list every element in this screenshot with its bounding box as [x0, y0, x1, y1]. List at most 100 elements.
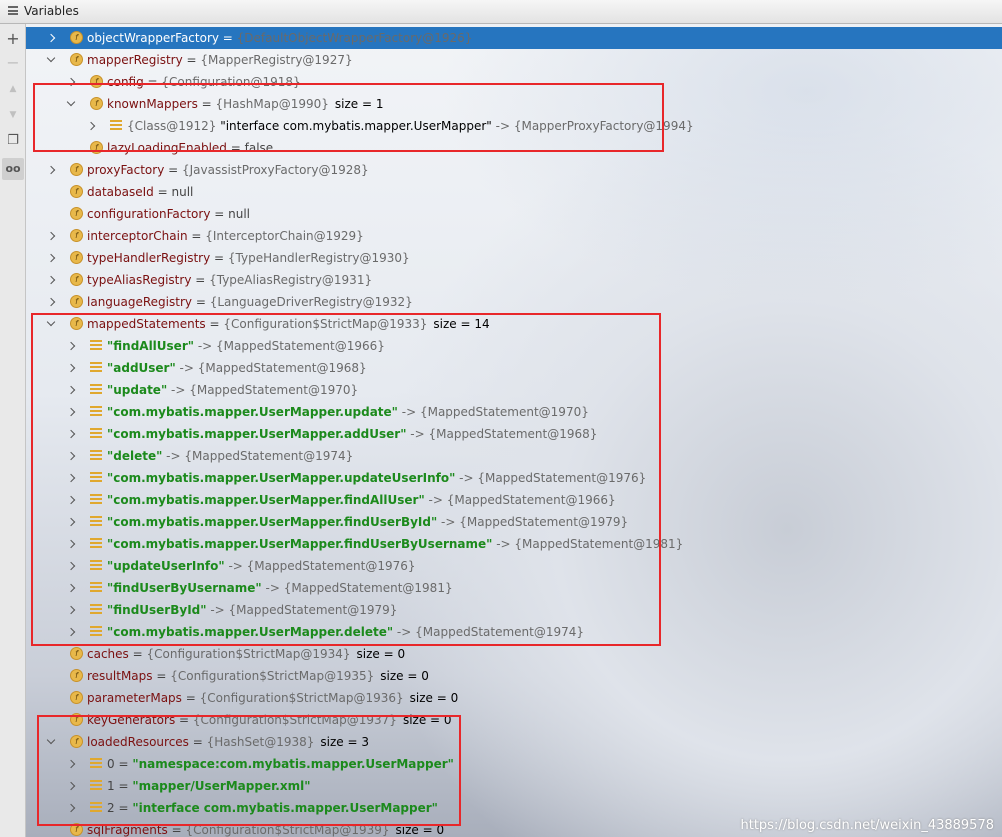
tree-row[interactable]: f config = {Configuration@1918}	[26, 71, 1002, 93]
field-icon: f	[70, 185, 83, 198]
chevron-right-icon[interactable]	[46, 33, 56, 43]
chevron-right-icon[interactable]	[46, 275, 56, 285]
tree-row[interactable]: "com.mybatis.mapper.UserMapper.delete" -…	[26, 621, 1002, 643]
move-down-icon[interactable]: ▼	[2, 104, 24, 126]
tree-row[interactable]: f knownMappers = {HashMap@1990} size = 1	[26, 93, 1002, 115]
string-value: "addUser"	[107, 361, 176, 375]
chevron-down-icon[interactable]	[46, 317, 56, 327]
tree-row[interactable]: f typeAliasRegistry = {TypeAliasRegistry@…	[26, 269, 1002, 291]
tree-row[interactable]: f objectWrapperFactory = {DefaultObjectWr…	[26, 27, 1002, 49]
tree-row[interactable]: "update" -> {MappedStatement@1970}	[26, 379, 1002, 401]
tree-row[interactable]: f resultMaps = {Configuration$StrictMap@1…	[26, 665, 1002, 687]
chevron-down-icon[interactable]	[46, 53, 56, 63]
chevron-right-icon[interactable]	[46, 253, 56, 263]
tree-row[interactable]: f configurationFactory = null	[26, 203, 1002, 225]
field-icon: f	[70, 53, 83, 66]
tree-row[interactable]: f mapperRegistry = {MapperRegistry@1927}	[26, 49, 1002, 71]
tree-row[interactable]: "addUser" -> {MappedStatement@1968}	[26, 357, 1002, 379]
tree-row[interactable]: "com.mybatis.mapper.UserMapper.findUserB…	[26, 533, 1002, 555]
row-text: loadedResources = {HashSet@1938} size = 3	[87, 731, 369, 753]
chevron-right-icon[interactable]	[66, 473, 76, 483]
chevron-right-icon[interactable]	[66, 429, 76, 439]
chevron-right-icon[interactable]	[66, 627, 76, 637]
arrow-separator: ->	[167, 383, 190, 397]
tree-row[interactable]: "updateUserInfo" -> {MappedStatement@197…	[26, 555, 1002, 577]
tree-row[interactable]: 0 = "namespace:com.mybatis.mapper.UserMa…	[26, 753, 1002, 775]
tree-row[interactable]: f caches = {Configuration$StrictMap@1934}…	[26, 643, 1002, 665]
chevron-right-icon[interactable]	[66, 451, 76, 461]
chevron-right-icon[interactable]	[66, 407, 76, 417]
tree-row[interactable]: f loadedResources = {HashSet@1938} size = …	[26, 731, 1002, 753]
tree-row[interactable]: f databaseId = null	[26, 181, 1002, 203]
chevron-right-icon[interactable]	[66, 363, 76, 373]
tree-row[interactable]: "findAllUser" -> {MappedStatement@1966}	[26, 335, 1002, 357]
row-text: knownMappers = {HashMap@1990} size = 1	[107, 93, 383, 115]
variable-name: typeAliasRegistry	[87, 273, 192, 287]
tree-row[interactable]: "findUserById" -> {MappedStatement@1979}	[26, 599, 1002, 621]
variable-name: languageRegistry	[87, 295, 192, 309]
tree-row[interactable]: "com.mybatis.mapper.UserMapper.findAllUs…	[26, 489, 1002, 511]
tree-row[interactable]: "com.mybatis.mapper.UserMapper.update" -…	[26, 401, 1002, 423]
chevron-right-icon[interactable]	[66, 341, 76, 351]
tree-row[interactable]: f interceptorChain = {InterceptorChain@19…	[26, 225, 1002, 247]
variable-value: null	[171, 185, 194, 199]
tree-row[interactable]: "findUserByUsername" -> {MappedStatement…	[26, 577, 1002, 599]
tree-row[interactable]: f lazyLoadingEnabled = false	[26, 137, 1002, 159]
chevron-right-icon[interactable]	[46, 297, 56, 307]
chevron-right-icon[interactable]	[66, 385, 76, 395]
string-value: "findAllUser"	[107, 339, 194, 353]
chevron-right-icon[interactable]	[86, 121, 96, 131]
chevron-right-icon[interactable]	[66, 583, 76, 593]
object-reference: {TypeAliasRegistry@1931}	[209, 273, 373, 287]
chevron-down-icon[interactable]	[46, 735, 56, 745]
add-watch-icon[interactable]: +	[2, 28, 24, 50]
tree-row[interactable]: "com.mybatis.mapper.UserMapper.addUser" …	[26, 423, 1002, 445]
chevron-right-icon[interactable]	[66, 561, 76, 571]
tree-row[interactable]: 1 = "mapper/UserMapper.xml"	[26, 775, 1002, 797]
move-up-icon[interactable]: ▲	[2, 78, 24, 100]
variable-name: mappedStatements	[87, 317, 206, 331]
row-text: mappedStatements = {Configuration$Strict…	[87, 313, 490, 335]
row-text: "findUserByUsername" -> {MappedStatement…	[107, 577, 453, 599]
tree-row[interactable]: "com.mybatis.mapper.UserMapper.updateUse…	[26, 467, 1002, 489]
row-text: "com.mybatis.mapper.UserMapper.delete" -…	[107, 621, 584, 643]
tree-row[interactable]: f typeHandlerRegistry = {TypeHandlerRegis…	[26, 247, 1002, 269]
chevron-right-icon[interactable]	[46, 165, 56, 175]
size-label: size = 0	[395, 823, 445, 837]
tree-row[interactable]: f proxyFactory = {JavassistProxyFactory@1…	[26, 159, 1002, 181]
map-entry-icon	[90, 560, 102, 571]
field-icon: f	[90, 141, 103, 154]
arrow-separator: ->	[175, 361, 198, 375]
chevron-right-icon[interactable]	[66, 803, 76, 813]
equals-sign: =	[210, 207, 229, 221]
object-reference: {HashMap@1990}	[215, 97, 329, 111]
tree-row[interactable]: f languageRegistry = {LanguageDriverRegis…	[26, 291, 1002, 313]
chevron-right-icon[interactable]	[66, 605, 76, 615]
chevron-right-icon[interactable]	[46, 231, 56, 241]
chevron-right-icon[interactable]	[66, 77, 76, 87]
variable-name: objectWrapperFactory	[87, 31, 219, 45]
chevron-right-icon[interactable]	[66, 517, 76, 527]
chevron-right-icon[interactable]	[66, 495, 76, 505]
string-value: "com.mybatis.mapper.UserMapper.findUserB…	[107, 537, 493, 551]
tree-row[interactable]: f keyGenerators = {Configuration$StrictMa…	[26, 709, 1002, 731]
tree-row[interactable]: "com.mybatis.mapper.UserMapper.findUserB…	[26, 511, 1002, 533]
size-label: size = 14	[433, 317, 490, 331]
chevron-right-icon[interactable]	[66, 759, 76, 769]
equals-sign: =	[218, 31, 237, 45]
string-value: "com.mybatis.mapper.UserMapper.findAllUs…	[107, 493, 425, 507]
chevron-down-icon[interactable]	[66, 97, 76, 107]
show-watches-icon[interactable]: oo	[2, 158, 24, 180]
tree-row[interactable]: {Class@1912} "interface com.mybatis.mapp…	[26, 115, 1002, 137]
remove-watch-icon[interactable]: −	[2, 52, 24, 74]
tree-row[interactable]: 2 = "interface com.mybatis.mapper.UserMa…	[26, 797, 1002, 819]
string-value: "mapper/UserMapper.xml"	[132, 779, 311, 793]
tree-row[interactable]: f mappedStatements = {Configuration$Stric…	[26, 313, 1002, 335]
menu-icon[interactable]	[8, 6, 18, 15]
tree-row[interactable]: f parameterMaps = {Configuration$StrictMa…	[26, 687, 1002, 709]
chevron-right-icon[interactable]	[66, 781, 76, 791]
copy-icon[interactable]: ❐	[2, 130, 24, 152]
chevron-right-icon[interactable]	[66, 539, 76, 549]
tree-row[interactable]: "delete" -> {MappedStatement@1974}	[26, 445, 1002, 467]
string-value: "com.mybatis.mapper.UserMapper.update"	[107, 405, 398, 419]
